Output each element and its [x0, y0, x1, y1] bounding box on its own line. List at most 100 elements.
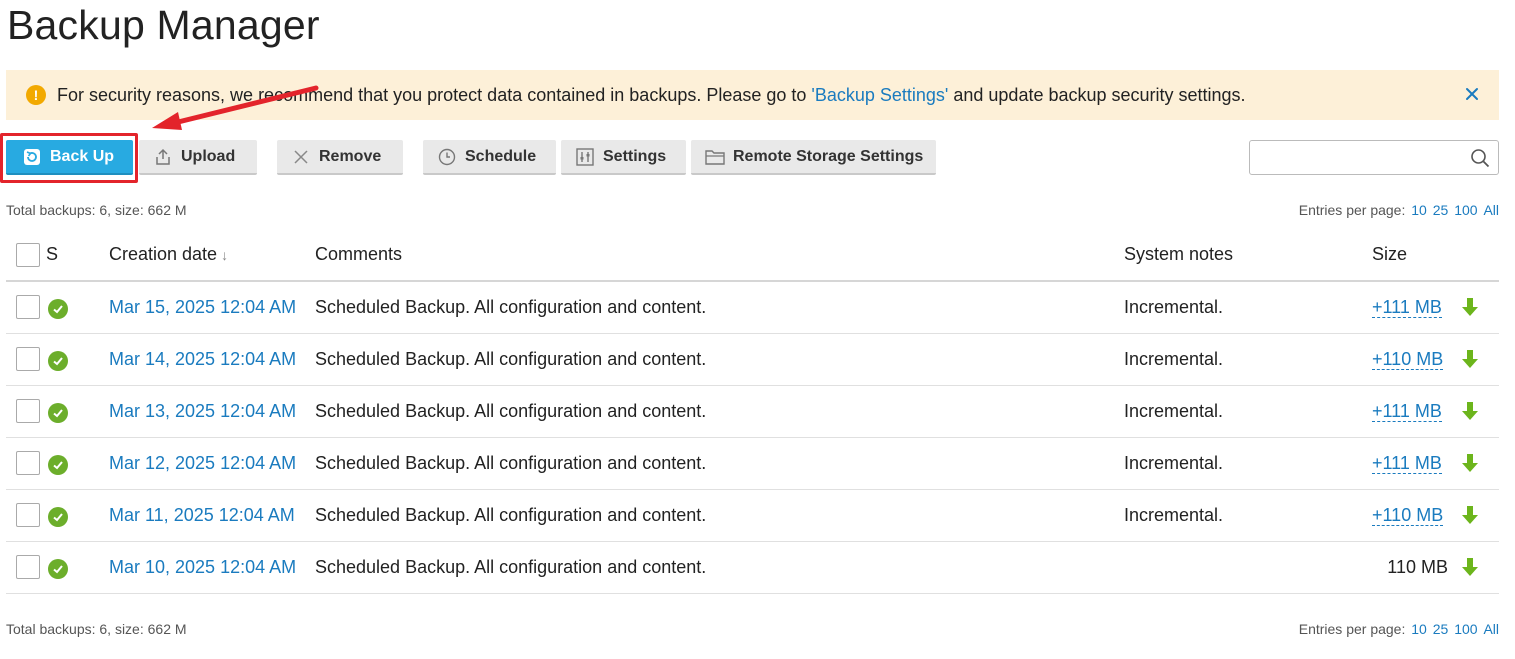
clock-icon	[437, 147, 457, 167]
entries-per-page-bottom: Entries per page: 10 25 100 All	[1299, 621, 1499, 637]
backup-date-link[interactable]: Mar 12, 2025 12:04 AM	[109, 453, 296, 473]
checkmark-icon	[48, 403, 68, 423]
search-icon[interactable]	[1470, 148, 1490, 168]
row-checkbox[interactable]	[16, 399, 40, 423]
upload-button-label: Upload	[181, 147, 236, 165]
backup-size: 110 MB	[1387, 556, 1448, 577]
backups-table: S Creation date ↓ Comments System notes S…	[6, 229, 1499, 594]
row-select-cell	[6, 333, 46, 386]
table-row: Mar 10, 2025 12:04 AM Scheduled Backup. A…	[6, 541, 1499, 594]
backup-date-link[interactable]: Mar 14, 2025 12:04 AM	[109, 349, 296, 369]
entries-option-25[interactable]: 25	[1433, 202, 1449, 218]
download-icon[interactable]	[1460, 296, 1480, 318]
backup-date-link[interactable]: Mar 15, 2025 12:04 AM	[109, 297, 296, 317]
entries-option-100[interactable]: 100	[1454, 621, 1477, 637]
system-notes-cell	[1124, 541, 1372, 594]
size-cell: +110 MB	[1372, 489, 1460, 542]
system-notes-cell: Incremental.	[1124, 333, 1372, 386]
table-row: Mar 14, 2025 12:04 AM Scheduled Backup. A…	[6, 333, 1499, 386]
settings-icon	[575, 147, 595, 167]
checkmark-icon	[48, 351, 68, 371]
comment-cell: Scheduled Backup. All configuration and …	[315, 541, 1124, 594]
search-input[interactable]	[1250, 141, 1460, 174]
settings-button[interactable]: Settings	[561, 140, 686, 175]
creation-date-header-label: Creation date	[109, 244, 218, 264]
close-icon[interactable]	[1463, 85, 1481, 103]
page-title: Backup Manager	[7, 2, 320, 48]
system-notes-cell: Incremental.	[1124, 489, 1372, 542]
backup-size[interactable]: +111 MB	[1372, 452, 1442, 474]
entries-option-100[interactable]: 100	[1454, 202, 1477, 218]
remote-storage-settings-label: Remote Storage Settings	[733, 147, 924, 165]
folder-icon	[705, 147, 725, 167]
select-all-checkbox[interactable]	[16, 242, 40, 267]
creation-date-column-header[interactable]: Creation date ↓	[109, 229, 315, 282]
status-cell	[46, 489, 109, 542]
entries-label: Entries per page:	[1298, 202, 1406, 218]
checkmark-icon	[48, 507, 68, 527]
download-column-header	[1460, 229, 1499, 282]
backup-size[interactable]: +110 MB	[1372, 348, 1444, 370]
comment-cell: Scheduled Backup. All configuration and …	[315, 333, 1124, 386]
table-row: Mar 13, 2025 12:04 AM Scheduled Backup. A…	[6, 385, 1499, 438]
download-icon[interactable]	[1460, 556, 1480, 578]
download-icon[interactable]	[1460, 504, 1480, 526]
comments-column-header: Comments	[315, 229, 1124, 282]
row-checkbox[interactable]	[16, 555, 40, 579]
entries-option-25[interactable]: 25	[1433, 621, 1449, 637]
alert-text-after: and update backup security settings.	[948, 84, 1246, 105]
download-cell	[1460, 333, 1499, 386]
row-checkbox[interactable]	[16, 503, 40, 527]
system-notes-cell: Incremental.	[1124, 437, 1372, 490]
settings-button-label: Settings	[603, 147, 667, 165]
select-all-header	[6, 229, 46, 282]
schedule-button-label: Schedule	[465, 147, 537, 165]
row-select-cell	[6, 489, 46, 542]
creation-date-cell: Mar 13, 2025 12:04 AM	[109, 385, 315, 438]
backup-date-link[interactable]: Mar 10, 2025 12:04 AM	[109, 557, 296, 577]
upload-icon	[153, 147, 173, 167]
entries-option-all[interactable]: All	[1483, 202, 1499, 218]
backup-date-link[interactable]: Mar 13, 2025 12:04 AM	[109, 401, 296, 421]
schedule-button[interactable]: Schedule	[423, 140, 556, 175]
system-notes-cell: Incremental.	[1124, 385, 1372, 438]
comment-cell: Scheduled Backup. All configuration and …	[315, 281, 1124, 334]
backup-icon	[22, 147, 42, 167]
creation-date-cell: Mar 10, 2025 12:04 AM	[109, 541, 315, 594]
row-checkbox[interactable]	[16, 347, 40, 371]
row-checkbox[interactable]	[16, 451, 40, 475]
table-row: Mar 15, 2025 12:04 AM Scheduled Backup. A…	[6, 281, 1499, 334]
warning-icon: !	[26, 85, 46, 105]
backup-settings-link[interactable]: 'Backup Settings'	[811, 85, 948, 105]
download-icon[interactable]	[1460, 400, 1480, 422]
checkmark-icon	[48, 455, 68, 475]
entries-option-10[interactable]: 10	[1411, 621, 1427, 637]
backup-size[interactable]: +111 MB	[1372, 400, 1442, 422]
row-select-cell	[6, 437, 46, 490]
table-row: Mar 12, 2025 12:04 AM Scheduled Backup. A…	[6, 437, 1499, 490]
size-cell: +111 MB	[1372, 385, 1460, 438]
sort-desc-icon: ↓	[221, 247, 229, 263]
backup-size[interactable]: +111 MB	[1372, 296, 1442, 318]
backup-button[interactable]: Back Up	[6, 140, 133, 175]
upload-button[interactable]: Upload	[139, 140, 257, 175]
creation-date-cell: Mar 12, 2025 12:04 AM	[109, 437, 315, 490]
size-cell: 110 MB	[1372, 541, 1460, 594]
creation-date-cell: Mar 14, 2025 12:04 AM	[109, 333, 315, 386]
download-icon[interactable]	[1460, 348, 1480, 370]
entries-option-all[interactable]: All	[1483, 621, 1499, 637]
remove-button[interactable]: Remove	[277, 140, 403, 175]
backup-date-link[interactable]: Mar 11, 2025 12:04 AM	[109, 505, 295, 525]
comment-cell: Scheduled Backup. All configuration and …	[315, 385, 1124, 438]
creation-date-cell: Mar 15, 2025 12:04 AM	[109, 281, 315, 334]
comment-cell: Scheduled Backup. All configuration and …	[315, 489, 1124, 542]
table-row: Mar 11, 2025 12:04 AM Scheduled Backup. A…	[6, 489, 1499, 542]
row-checkbox[interactable]	[16, 295, 40, 320]
backup-summary-top: Total backups: 6, size: 662 M	[6, 202, 187, 218]
remote-storage-settings-button[interactable]: Remote Storage Settings	[691, 140, 936, 175]
entries-option-10[interactable]: 10	[1411, 202, 1427, 218]
download-icon[interactable]	[1460, 452, 1480, 474]
status-cell	[46, 281, 109, 334]
backup-size[interactable]: +110 MB	[1372, 504, 1444, 526]
row-select-cell	[6, 281, 46, 334]
